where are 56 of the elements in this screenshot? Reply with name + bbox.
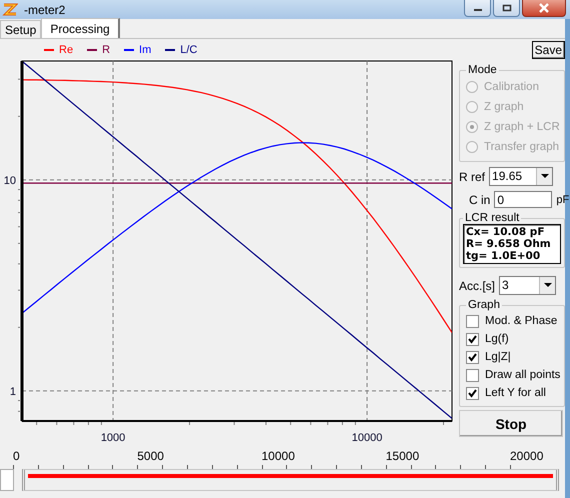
cin-input-field[interactable]: 0 (494, 191, 552, 208)
result-line: tg= 1.0E+00 (466, 250, 542, 262)
checkbox[interactable] (466, 350, 479, 364)
option-label: Left Y for all (485, 387, 546, 399)
tab[interactable]: Setup (0, 20, 42, 38)
tab[interactable]: Processing (41, 18, 120, 38)
group-title: LCR result (464, 212, 520, 224)
close-icon (538, 3, 550, 13)
option-label: Z graph + LCR (484, 121, 560, 133)
option-label: Lg|Z| (485, 351, 511, 363)
minimize-button[interactable] (464, 0, 491, 17)
ruler-label: 5000 (137, 449, 164, 463)
result-line: R= 9.658 Ohm (466, 238, 552, 250)
checkbox[interactable] (466, 368, 479, 382)
checkbox[interactable] (466, 386, 479, 400)
checkbox-option[interactable]: Lg(f) (466, 330, 560, 348)
option-label: Transfer graph (484, 141, 559, 153)
y-tick-label: 1 (10, 386, 16, 398)
ruler-label: 15000 (386, 449, 420, 463)
option-label: Draw all points (485, 369, 560, 381)
x-tick-label: 1000 (100, 432, 126, 443)
ruler-label: 20000 (510, 449, 544, 463)
group-title: Graph (467, 299, 501, 311)
option-label: Mod. & Phase (485, 315, 558, 327)
legend-label: Re (59, 44, 74, 56)
window-title: -meter2 (24, 2, 66, 16)
option-label: Z graph (484, 101, 524, 113)
app-icon (2, 2, 18, 18)
unit-label: pF (556, 194, 570, 206)
checkbox-option[interactable]: Draw all points (466, 366, 560, 384)
rref-dropdown[interactable]: 19.65 (489, 167, 554, 186)
checkbox-option[interactable]: Lg|Z| (466, 348, 560, 366)
close-button[interactable] (522, 0, 566, 17)
stop-button[interactable]: Stop (459, 410, 563, 437)
ruler-label: 10000 (262, 449, 295, 463)
field-label: Acc.[s] (459, 278, 496, 292)
field-label: C in (469, 192, 490, 206)
acc-dropdown[interactable]: 3 (499, 276, 556, 295)
legend-label: R (102, 44, 110, 56)
y-tick-label: 10 (4, 174, 16, 187)
result-line: Cx= 10.08 pF (466, 226, 546, 238)
option-label: Calibration (484, 81, 539, 93)
x-tick-label: 10000 (352, 432, 382, 443)
checkbox-option[interactable]: Left Y for all (466, 384, 560, 402)
field-label: R ref (459, 170, 486, 184)
legend-label: L/C (180, 44, 198, 56)
legend-label: Im (139, 44, 152, 56)
checkbox-option[interactable]: Mod. & Phase (466, 312, 560, 330)
maximize-button[interactable] (493, 0, 520, 17)
maximize-icon (502, 4, 512, 12)
group-title: Mode (467, 64, 498, 76)
checkbox[interactable] (466, 314, 479, 328)
option-label: Lg(f) (485, 333, 509, 345)
checkbox[interactable] (466, 332, 479, 346)
ruler-label: 0 (13, 449, 20, 463)
save-button[interactable]: Save (532, 41, 565, 59)
